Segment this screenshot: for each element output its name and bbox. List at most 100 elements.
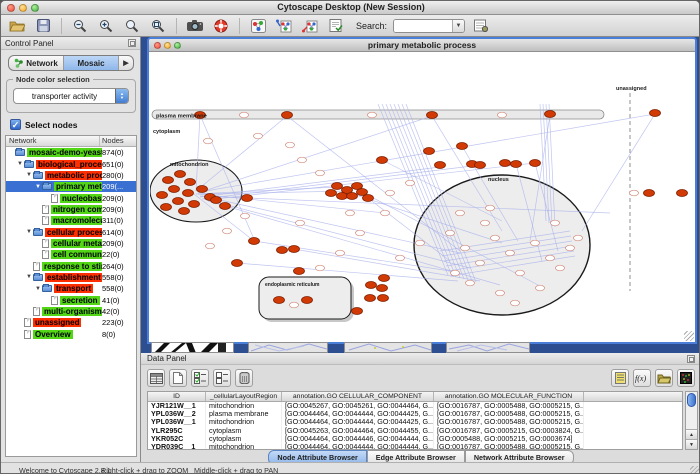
node[interactable] (545, 111, 556, 118)
node[interactable] (551, 220, 560, 226)
float-panel-icon[interactable] (128, 39, 136, 47)
node[interactable] (424, 148, 435, 155)
tree-expander-icon[interactable]: ▼ (25, 172, 33, 178)
annotation-icon[interactable] (326, 17, 346, 35)
node[interactable] (169, 186, 180, 193)
node[interactable] (294, 268, 305, 275)
new-attribute-icon[interactable] (169, 369, 187, 387)
node[interactable] (179, 208, 190, 215)
window-resize-grip[interactable] (684, 331, 694, 341)
node[interactable] (486, 205, 495, 211)
node[interactable] (500, 160, 511, 167)
tree-row[interactable]: cellular metabo209(0) (6, 238, 136, 249)
node[interactable] (466, 280, 475, 286)
tree-expander-icon[interactable]: ▼ (34, 184, 42, 190)
node[interactable] (347, 193, 358, 200)
node[interactable] (446, 230, 455, 236)
node[interactable] (254, 133, 263, 139)
node[interactable] (511, 161, 522, 168)
node[interactable] (366, 282, 377, 289)
tree-column-nodes[interactable]: Nodes (100, 136, 136, 146)
node[interactable] (241, 213, 250, 219)
select-nodes-checkbox[interactable]: ✓ (10, 119, 21, 130)
node[interactable] (211, 197, 222, 204)
node[interactable] (476, 260, 485, 266)
node[interactable] (189, 201, 200, 208)
node[interactable] (377, 285, 388, 292)
node[interactable] (456, 210, 465, 216)
node[interactable] (546, 255, 555, 261)
node[interactable] (377, 157, 388, 164)
tree-expander-icon[interactable]: ▼ (16, 161, 24, 167)
node[interactable] (282, 112, 293, 119)
node[interactable] (481, 220, 490, 226)
tree-row[interactable]: ▼biological_process651(0) (6, 158, 136, 169)
node[interactable] (346, 210, 355, 216)
node[interactable] (302, 297, 313, 304)
node[interactable] (556, 265, 565, 271)
tree-row[interactable]: nitrogen compo209(0) (6, 204, 136, 215)
tree-row[interactable]: mosaic-demo-yeast874(0) (6, 147, 136, 158)
node[interactable] (406, 180, 415, 186)
tree-row[interactable]: secretion41(0) (6, 294, 136, 305)
node[interactable] (326, 190, 337, 197)
node[interactable] (289, 246, 300, 253)
tree-expander-icon[interactable]: ▼ (25, 229, 33, 235)
node[interactable] (157, 192, 168, 199)
tree-row[interactable]: Overview8(0) (6, 329, 136, 340)
zoom-in-icon[interactable] (96, 17, 116, 35)
node[interactable] (427, 112, 438, 119)
node[interactable] (511, 300, 520, 306)
node[interactable] (650, 110, 661, 117)
tree-row[interactable]: cell communicat22(0) (6, 249, 136, 260)
node[interactable] (363, 195, 374, 202)
background-window-fragment[interactable] (446, 342, 530, 353)
node[interactable] (566, 245, 575, 251)
formula-builder-icon[interactable]: f(x) (633, 369, 651, 387)
edge[interactable] (287, 116, 460, 251)
node[interactable] (506, 250, 515, 256)
node[interactable] (396, 255, 405, 261)
view-minimize-button[interactable] (164, 42, 171, 49)
node[interactable] (316, 170, 325, 176)
zoom-fit-icon[interactable] (148, 17, 168, 35)
node[interactable] (206, 243, 215, 249)
node[interactable] (457, 143, 468, 150)
tree-row[interactable]: ▼establishment of lo558(0) (6, 272, 136, 283)
table-row[interactable]: YPL036W__1mitochondrion[GO:0044464, GO:0… (148, 418, 682, 426)
node[interactable] (249, 238, 260, 245)
node[interactable] (451, 270, 460, 276)
background-window-fragment[interactable] (344, 342, 432, 353)
tree-expander-icon[interactable]: ▼ (34, 286, 42, 292)
node[interactable] (277, 247, 288, 254)
node[interactable] (378, 295, 389, 302)
node[interactable] (536, 285, 545, 291)
search-dropdown-icon[interactable]: ▼ (452, 19, 464, 33)
node[interactable] (475, 162, 486, 169)
view-close-button[interactable] (154, 42, 161, 49)
node[interactable] (337, 193, 348, 200)
node[interactable] (316, 265, 325, 271)
node[interactable] (530, 160, 541, 167)
search-input[interactable] (394, 20, 452, 32)
tab-overflow-button[interactable]: ▶ (119, 56, 133, 70)
tree-column-network[interactable]: Network (6, 136, 100, 146)
network-view-window[interactable]: primary metabolic process plasma membran… (149, 39, 695, 342)
create-view-icon[interactable] (274, 17, 294, 35)
vizmapper-icon[interactable] (248, 17, 268, 35)
node[interactable] (183, 190, 194, 197)
attribute-list-icon[interactable] (611, 369, 629, 387)
edge[interactable] (582, 114, 655, 231)
save-icon[interactable] (33, 17, 53, 35)
node[interactable] (185, 179, 196, 186)
node[interactable] (365, 295, 376, 302)
column-header[interactable]: _cellularLayoutRegion (206, 392, 282, 401)
tab-network[interactable]: Network (9, 56, 64, 70)
select-all-attributes-icon[interactable] (191, 369, 209, 387)
zoom-selected-icon[interactable] (122, 17, 142, 35)
tree-row[interactable]: multi-organism pro42(0) (6, 306, 136, 317)
node[interactable] (232, 260, 243, 267)
tree-row[interactable]: ▼metabolic process280(0) (6, 170, 136, 181)
node[interactable] (531, 240, 540, 246)
snapshot-icon[interactable] (185, 17, 205, 35)
